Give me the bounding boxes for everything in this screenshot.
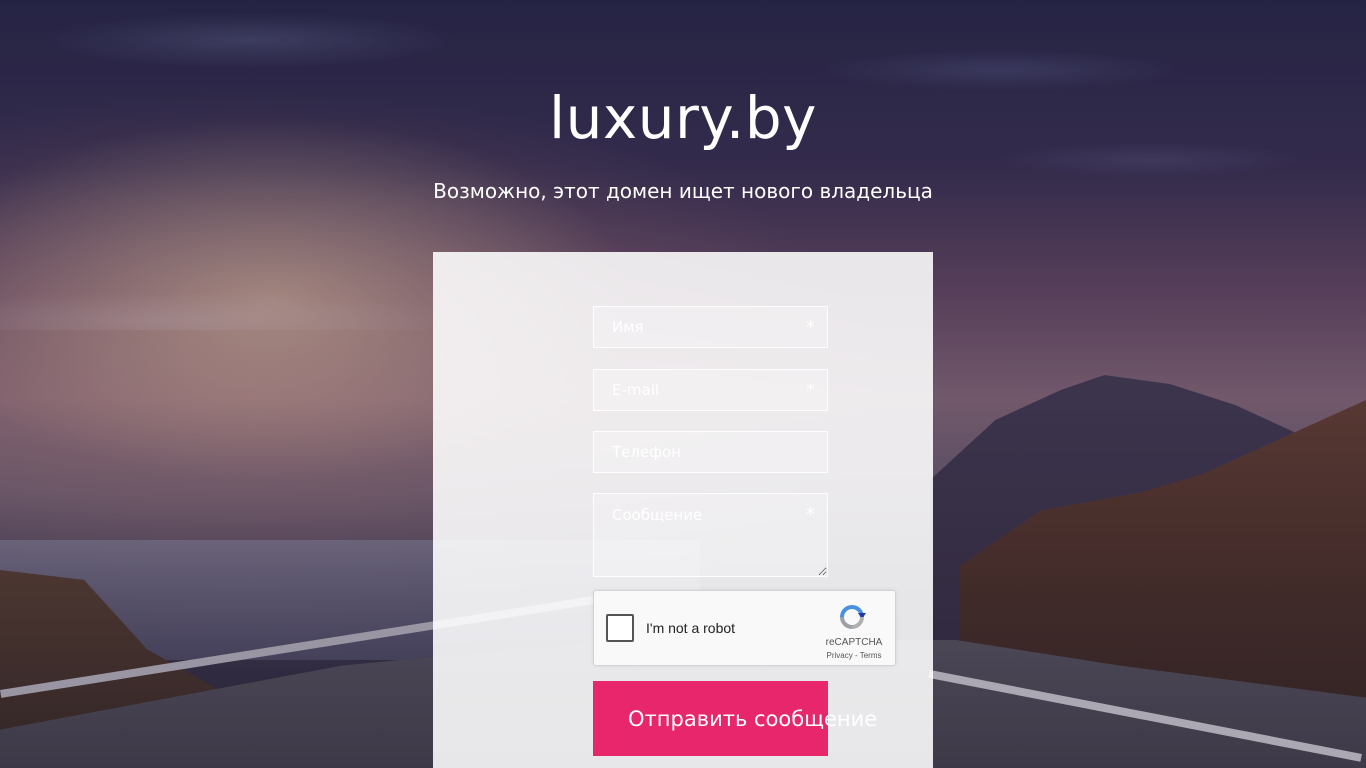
recaptcha-label: I'm not a robot bbox=[646, 620, 736, 636]
message-field[interactable]: * bbox=[593, 493, 828, 577]
recaptcha-logo-icon[interactable] bbox=[836, 601, 868, 633]
name-input[interactable] bbox=[594, 307, 827, 347]
checkbox-empty-icon[interactable] bbox=[606, 614, 634, 642]
site-subtitle: Возможно, этот домен ищет нового владель… bbox=[433, 179, 933, 203]
recaptcha-brand: reCAPTCHA bbox=[825, 637, 883, 648]
required-mark: * bbox=[806, 504, 815, 525]
name-field[interactable]: * bbox=[593, 306, 828, 348]
phone-field[interactable] bbox=[593, 431, 828, 473]
email-field[interactable]: * bbox=[593, 369, 828, 411]
recaptcha-widget: I'm not a robot reCAPTCHA Privacy - Term… bbox=[593, 590, 896, 666]
phone-input[interactable] bbox=[594, 432, 827, 472]
send-message-button[interactable]: Отправить сообщение bbox=[593, 681, 877, 756]
required-mark: * bbox=[806, 317, 815, 338]
site-title: luxury.by bbox=[549, 84, 817, 152]
recaptcha-links[interactable]: Privacy - Terms bbox=[816, 651, 892, 660]
message-textarea[interactable] bbox=[594, 494, 827, 576]
required-mark: * bbox=[806, 380, 815, 401]
email-input[interactable] bbox=[594, 370, 827, 410]
